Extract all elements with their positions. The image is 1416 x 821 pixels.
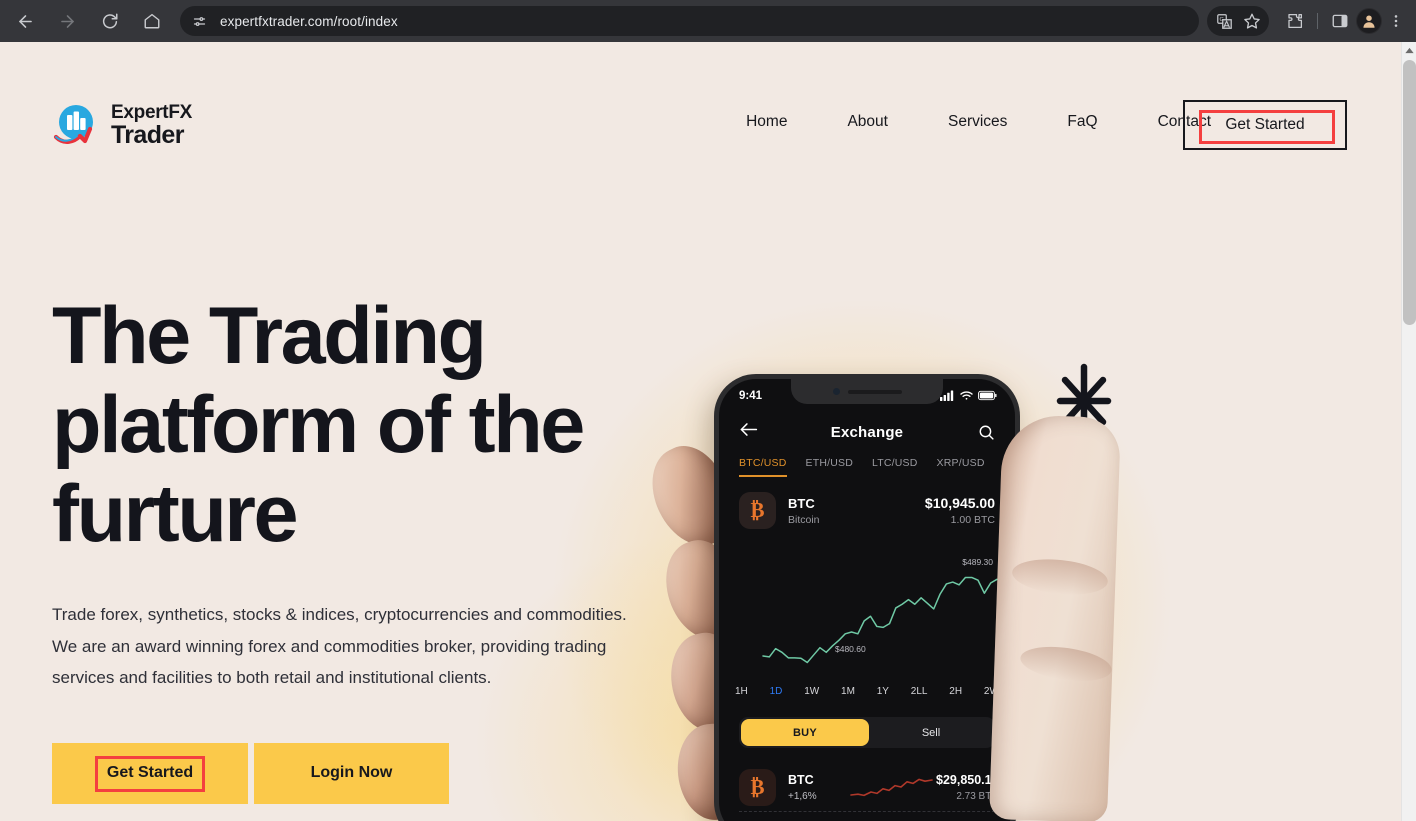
cellular-signal-icon xyxy=(940,390,954,401)
forward-button[interactable] xyxy=(52,6,82,36)
bitcoin-icon: ₿ xyxy=(739,769,776,806)
hero-content: The Trading platform of the furture Trad… xyxy=(52,292,652,804)
featured-coin-row[interactable]: ₿ BTC Bitcoin $10,945.00 1.00 BTC xyxy=(719,492,1015,529)
price-chart: $489.30 $480.60 xyxy=(719,551,1015,684)
app-header: Exchange xyxy=(719,415,1015,449)
site-settings-icon[interactable] xyxy=(188,10,210,32)
chart-label-low: $480.60 xyxy=(835,644,866,654)
list-divider xyxy=(739,811,995,812)
nav-item-home[interactable]: Home xyxy=(716,113,817,131)
bitcoin-glyph: ₿ xyxy=(750,775,765,799)
site-header: ExpertFX Trader Home About Services FaQ … xyxy=(0,42,1401,170)
pair-tab-eth-usd[interactable]: ETH/USD xyxy=(806,457,854,475)
trading-pair-tabs: BTC/USD ETH/USD LTC/USD XRP/USD EOS xyxy=(719,457,1015,477)
header-cta-label: Get Started xyxy=(1225,116,1305,133)
nav-item-about[interactable]: About xyxy=(817,113,918,131)
sell-button[interactable]: Sell xyxy=(869,719,993,746)
buy-sell-toggle: BUY Sell xyxy=(739,717,995,748)
status-icons-group xyxy=(940,390,997,401)
home-button[interactable] xyxy=(137,6,167,36)
toolbar-right-group: G xyxy=(1207,6,1416,36)
site-logo[interactable]: ExpertFX Trader xyxy=(52,101,192,149)
price-chart-line xyxy=(762,576,998,664)
bitcoin-glyph: ₿ xyxy=(750,498,765,522)
timeframe-1m[interactable]: 1M xyxy=(841,686,855,697)
hero-primary-cta-label: Get Started xyxy=(106,764,194,781)
pair-tab-ltc-usd[interactable]: LTC/USD xyxy=(872,457,918,475)
translate-icon[interactable]: G xyxy=(1210,7,1238,35)
logo-mark-icon xyxy=(52,101,100,149)
hand-thumb xyxy=(988,414,1122,821)
list-item[interactable]: ₿ BTC +1,6% $29,850.15 2.73 BTC xyxy=(719,769,1015,806)
phone-status-bar: 9:41 xyxy=(719,379,1015,409)
featured-coin-values: $10,945.00 1.00 BTC xyxy=(925,495,995,526)
hero-get-started-button[interactable]: Get Started xyxy=(52,742,248,804)
main-navigation: Home About Services FaQ Contact xyxy=(716,113,1241,131)
phone-device: 9:41 Exchange BTC/USD ETH/USD LTC/USD XR… xyxy=(714,374,1020,821)
status-time: 9:41 xyxy=(739,389,763,402)
timeframe-1w[interactable]: 1W xyxy=(804,686,819,697)
page-content: ExpertFX Trader Home About Services FaQ … xyxy=(0,42,1401,821)
bitcoin-icon: ₿ xyxy=(739,492,776,529)
avatar xyxy=(1357,9,1381,33)
side-panel-icon[interactable] xyxy=(1326,7,1354,35)
logo-line-2: Trader xyxy=(111,120,184,149)
address-bar[interactable]: expertfxtrader.com/root/index xyxy=(180,6,1199,36)
page-title: The Trading platform of the furture xyxy=(52,291,585,559)
timeframe-2h[interactable]: 2H xyxy=(949,686,962,697)
featured-coin-symbol: BTC xyxy=(788,495,815,511)
featured-coin-amount: 1.00 BTC xyxy=(950,514,995,526)
browser-toolbar: expertfxtrader.com/root/index G xyxy=(0,0,1416,42)
page-viewport: ExpertFX Trader Home About Services FaQ … xyxy=(0,42,1416,821)
chart-label-high: $489.30 xyxy=(962,557,993,567)
extensions-puzzle-icon[interactable] xyxy=(1281,7,1309,35)
scroll-up-arrow[interactable] xyxy=(1402,42,1416,59)
nav-item-faq[interactable]: FaQ xyxy=(1037,113,1127,131)
logo-line-1: ExpertFX xyxy=(111,101,193,123)
pair-tab-xrp-usd[interactable]: XRP/USD xyxy=(937,457,985,475)
phone-mockup-scene: 9:41 Exchange BTC/USD ETH/USD LTC/USD XR… xyxy=(637,352,1122,821)
wifi-icon xyxy=(960,391,973,400)
hero-login-now-button[interactable]: Login Now xyxy=(254,742,449,804)
hero-description: Trade forex, synthetics, stocks & indice… xyxy=(52,605,627,687)
header-get-started-button[interactable]: Get Started xyxy=(1183,100,1347,150)
bookmark-star-icon[interactable] xyxy=(1238,7,1266,35)
asset-names: BTC +1,6% xyxy=(788,773,850,802)
timeframe-1d[interactable]: 1D xyxy=(770,686,783,697)
timeframe-1h[interactable]: 1H xyxy=(735,686,748,697)
toolbar-divider xyxy=(1317,13,1318,29)
url-text[interactable]: expertfxtrader.com/root/index xyxy=(220,14,398,29)
profile-avatar-icon[interactable] xyxy=(1356,8,1382,34)
battery-icon xyxy=(978,390,997,401)
scrollbar-thumb[interactable] xyxy=(1403,60,1416,325)
featured-coin-names: BTC Bitcoin xyxy=(788,496,925,526)
buy-button[interactable]: BUY xyxy=(741,719,869,746)
hero-secondary-cta-label: Login Now xyxy=(310,764,393,781)
asset-sparkline xyxy=(850,773,936,803)
logo-text: ExpertFX Trader xyxy=(111,103,192,148)
back-arrow-icon[interactable] xyxy=(739,422,761,442)
page-scrollbar[interactable] xyxy=(1401,42,1416,821)
translate-bookmark-group: G xyxy=(1207,6,1269,36)
search-icon[interactable] xyxy=(973,424,995,441)
featured-coin-price: $10,945.00 xyxy=(924,495,995,511)
pair-tab-btc-usd[interactable]: BTC/USD xyxy=(739,457,787,477)
reload-button[interactable] xyxy=(95,6,125,36)
nav-item-services[interactable]: Services xyxy=(918,113,1037,131)
asset-change: +1,6% xyxy=(788,791,817,802)
timeframe-1y[interactable]: 1Y xyxy=(877,686,889,697)
three-dot-menu-icon[interactable] xyxy=(1382,7,1410,35)
app-title: Exchange xyxy=(830,423,904,441)
asset-symbol: BTC xyxy=(788,773,814,787)
timeframe-selector: 1H 1D 1W 1M 1Y 2LL 2H 2W xyxy=(719,686,1015,697)
hero-cta-group: Get Started Login Now xyxy=(52,742,652,804)
phone-screen: 9:41 Exchange BTC/USD ETH/USD LTC/USD XR… xyxy=(719,379,1015,821)
timeframe-2ll[interactable]: 2LL xyxy=(911,686,928,697)
back-button[interactable] xyxy=(10,6,40,36)
featured-coin-name: Bitcoin xyxy=(788,513,820,526)
